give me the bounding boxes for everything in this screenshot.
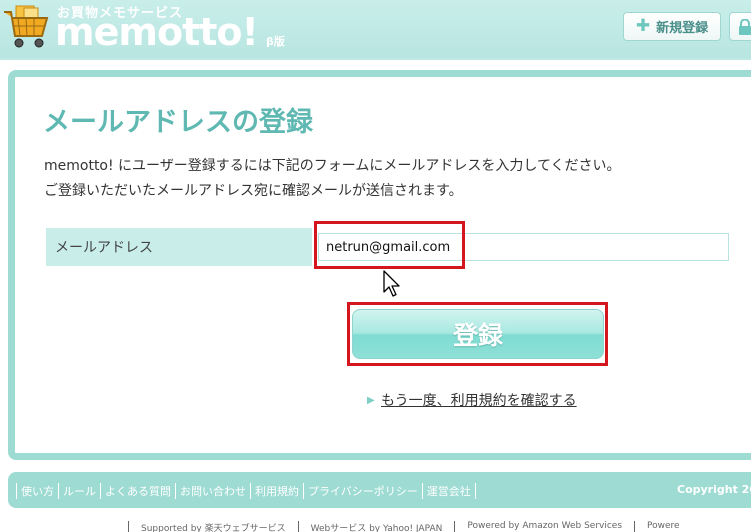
footer-link-faq[interactable]: よくある質問: [100, 483, 175, 499]
footer-links: 使い方 ルール よくある質問 お問い合わせ 利用規約 プライバシーポリシー 運営…: [16, 483, 476, 499]
footer-link-privacy[interactable]: プライバシーポリシー: [303, 483, 422, 499]
plus-icon: ✚: [635, 16, 651, 36]
header: お買物メモサービス memotto! β版 ✚ 新規登録: [0, 0, 751, 60]
credit-rakuten[interactable]: Supported by 楽天ウェブサービス: [128, 521, 298, 532]
email-highlight-box: [314, 221, 465, 269]
mouse-cursor-icon: [383, 270, 400, 297]
intro-text-line1: memotto! にユーザー登録するには下記のフォームにメールアドレスを入力して…: [44, 158, 621, 174]
new-register-label: 新規登録: [656, 21, 709, 36]
footer-link-company[interactable]: 運営会社: [421, 483, 476, 499]
email-label: メールアドレス: [55, 240, 153, 256]
credit-yahoo[interactable]: Webサービス by Yahoo! JAPAN: [297, 521, 455, 532]
terms-link[interactable]: もう一度、利用規約を確認する: [381, 390, 577, 410]
credits: Supported by 楽天ウェブサービス Webサービス by Yahoo!…: [128, 521, 692, 532]
shopping-cart-icon: [4, 5, 49, 48]
copyright: Copyright 20: [677, 483, 751, 496]
footer-link-how-to[interactable]: 使い方: [16, 483, 58, 499]
beta-badge: β版: [266, 35, 285, 48]
page-title: メールアドレスの登録: [43, 107, 313, 138]
footer-link-terms[interactable]: 利用規約: [250, 483, 303, 499]
submit-highlight-box: [347, 302, 608, 366]
footer-link-rules[interactable]: ルール: [58, 483, 100, 499]
footer-link-contact[interactable]: お問い合わせ: [175, 483, 250, 499]
lock-icon: [739, 18, 751, 35]
logo[interactable]: memotto!: [55, 12, 259, 52]
intro-text-line2: ご登録いただいたメールアドレス宛に確認メールが送信されます。: [44, 183, 463, 199]
new-register-button[interactable]: ✚ 新規登録: [623, 12, 721, 41]
credit-amazon[interactable]: Powered by Amazon Web Services: [454, 521, 634, 532]
arrow-right-icon: ▶: [367, 395, 375, 406]
credit-powered[interactable]: Powere: [634, 521, 692, 532]
login-button[interactable]: [729, 12, 751, 41]
